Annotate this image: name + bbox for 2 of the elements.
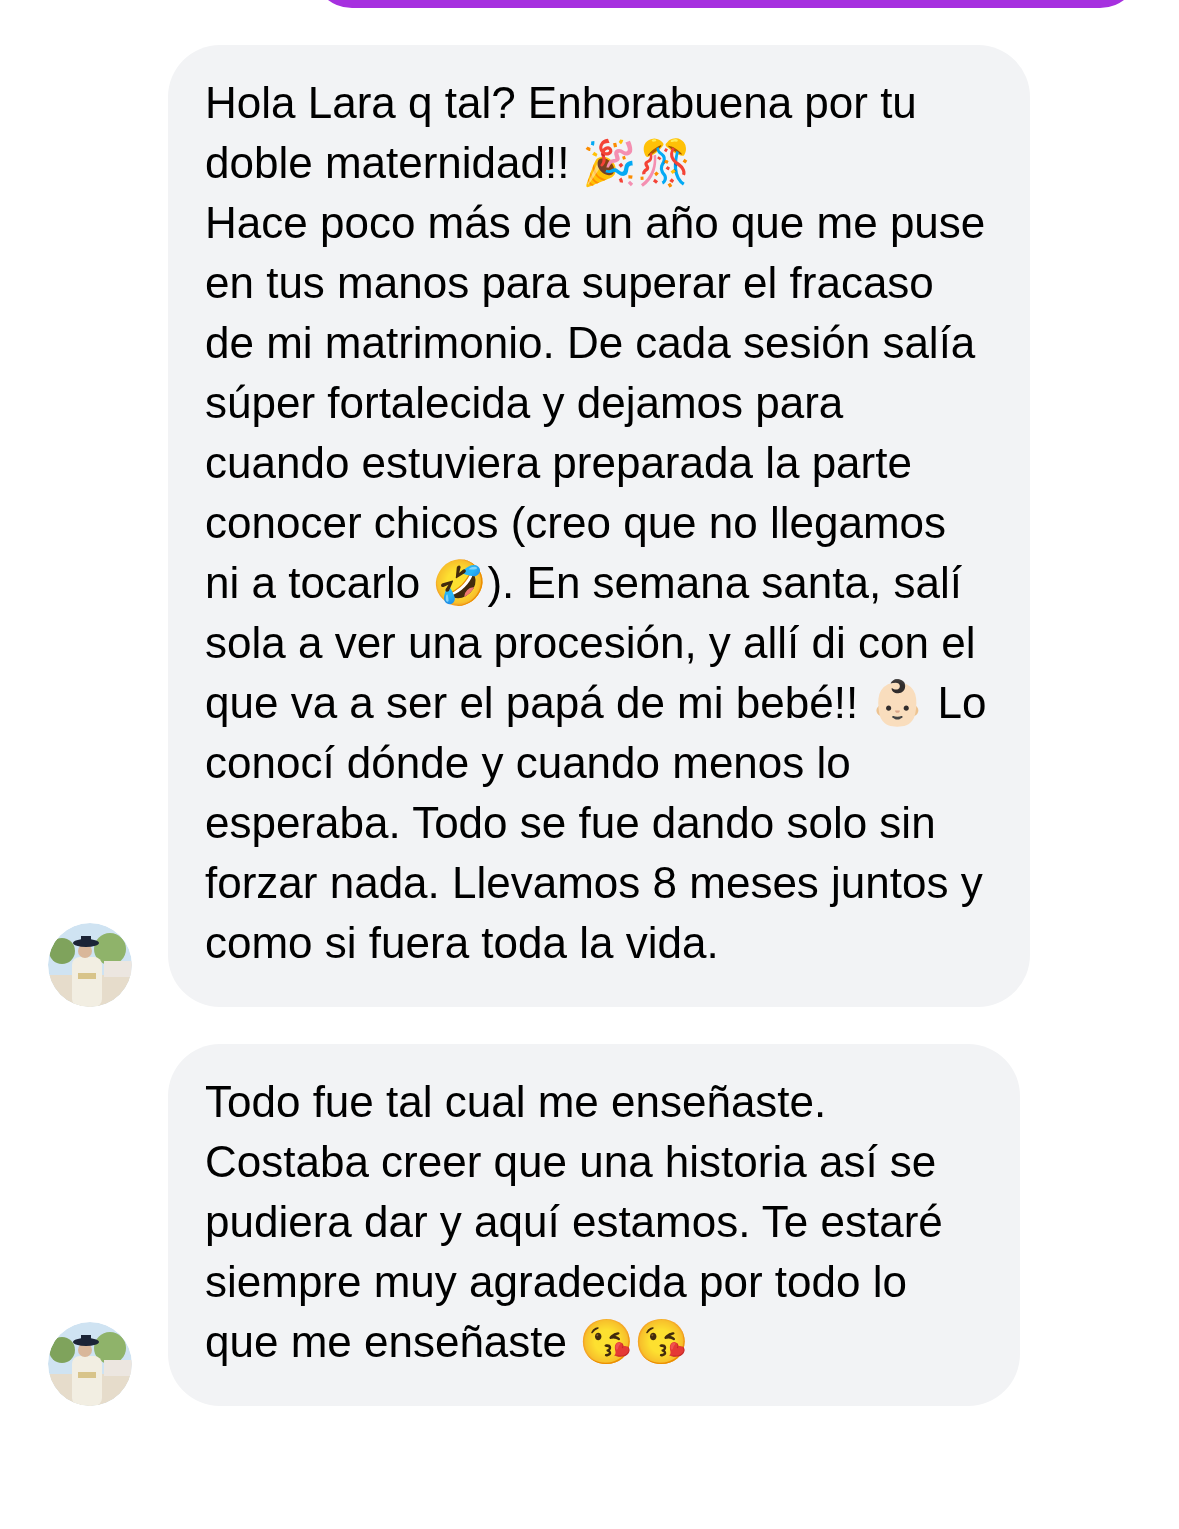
message-bubble: Todo fue tal cual me enseñaste. Costaba creer que una historia así se pudiera dar y aquí estamos. Te estaré siempre muy agradecida por todo lo que me enseñaste 😘😘 — [168, 1044, 1020, 1406]
message-bubble: Hola Lara q tal? Enhorabuena por tu doble maternidad!! 🎉🎊 Hace poco más de un año que me puse en tus manos para superar el fracaso de mi matrimonio. De cada sesión salía súper fortalecida y dejamos para cuando estuviera preparada la parte conocer chicos (creo que no llegamos ni a tocarlo 🤣). En semana santa, salí sola a ver una procesión, y allí di con el que va a ser el papá de mi bebé!! 👶🏻 Lo conocí dónde y cuando menos lo esperaba. Todo se fue dando solo sin forzar nada. Llevamos 8 meses juntos y como si fuera toda la vida. — [168, 45, 1030, 1007]
